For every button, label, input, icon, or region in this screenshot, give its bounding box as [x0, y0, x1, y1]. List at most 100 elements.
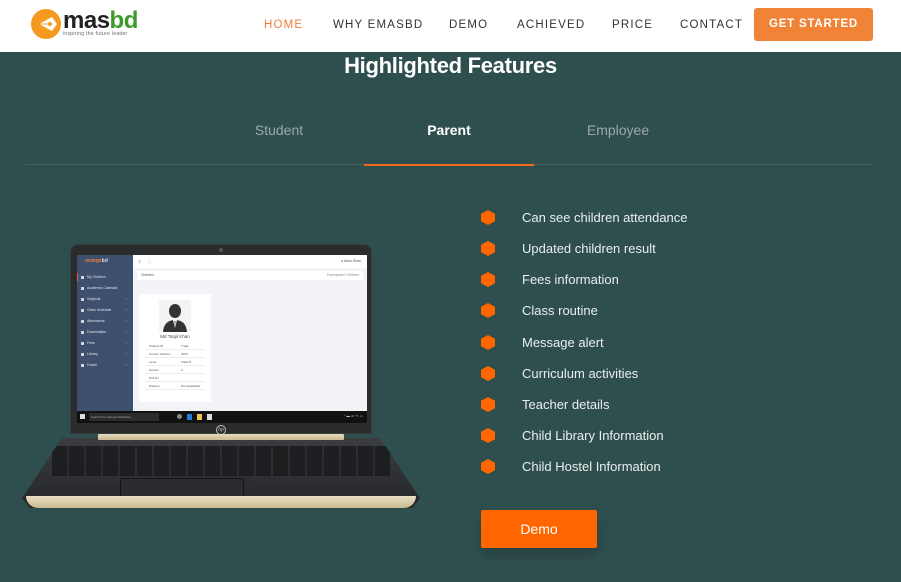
- tab-parent[interactable]: Parent: [364, 122, 534, 138]
- edge-browser-icon: [187, 414, 192, 420]
- hexagon-icon: [481, 335, 495, 350]
- chevron-right-icon: ›: [126, 297, 128, 301]
- sidebar-item-label: Class Schedule: [87, 308, 112, 312]
- file-explorer-icon: [197, 414, 202, 420]
- calendar-check-icon: [81, 319, 84, 323]
- nav-achieved[interactable]: ACHIEVED: [517, 19, 585, 31]
- card-row-key: Roll No: [149, 376, 159, 380]
- app-logo-part1: orange: [85, 258, 102, 264]
- card-row-value: Tnajil: [181, 344, 189, 348]
- card-row: Current Session 2020: [145, 350, 205, 358]
- sidebar-item-library: Library ›: [81, 352, 127, 356]
- feature-text: Class routine: [522, 303, 598, 318]
- feature-text: Curriculum activities: [522, 366, 639, 381]
- brand-name-part2: bd: [109, 7, 139, 34]
- card-row: Section A: [145, 366, 205, 374]
- hexagon-icon: [481, 241, 495, 256]
- feature-text: Message alert: [522, 335, 604, 350]
- feature-item: Message alert: [480, 334, 780, 354]
- sidebar-item-class-schedule: Class Schedule ›: [81, 308, 127, 312]
- clock-icon: [81, 308, 84, 312]
- section-title: Highlighted Features: [344, 53, 557, 78]
- chevron-right-icon: ›: [126, 319, 128, 323]
- money-icon: [81, 341, 84, 345]
- nav-price[interactable]: PRICE: [612, 19, 653, 31]
- sidebar-item-label: My Children: [87, 275, 106, 279]
- hexagon-icon: [481, 210, 495, 225]
- chevron-right-icon: ›: [126, 352, 128, 356]
- feature-item: Child Library Information: [480, 427, 780, 447]
- nav-home[interactable]: HOME: [264, 19, 303, 31]
- feature-text: Can see children attendance: [522, 210, 688, 225]
- demo-button[interactable]: Demo: [481, 510, 597, 548]
- feature-item: Can see children attendance: [480, 209, 780, 229]
- feature-text: Updated children result: [522, 241, 656, 256]
- windows-taskbar: Search the web and Windows ^ ▬ ◂ ▪ ✎ ▭: [77, 411, 367, 423]
- sidebar-item-label: Attendance: [87, 319, 105, 323]
- system-tray: ^ ▬ ◂ ▪ ✎ ▭: [343, 414, 363, 418]
- hexagon-icon: [481, 397, 495, 412]
- breadcrumb: Parentpanel / Children: [327, 273, 359, 277]
- hexagon-icon: [481, 272, 495, 287]
- webcam: [219, 248, 223, 252]
- feature-item: Child Hostel Information: [480, 458, 780, 478]
- card-row-key: Student ID: [149, 344, 164, 348]
- card-row-value: Not Applicable: [181, 384, 201, 388]
- task-view-icon: [177, 414, 182, 419]
- store-icon: [207, 414, 212, 420]
- laptop-hinge: [98, 434, 344, 440]
- user-name-text: Alam Khan: [343, 259, 361, 263]
- brand-logo[interactable]: masbd inspiring the future leader: [30, 7, 140, 43]
- card-row-key: Section: [149, 368, 160, 372]
- laptop-base-rim: [26, 496, 416, 508]
- card-row-value: Class 8: [181, 360, 192, 364]
- document-icon: [81, 330, 84, 334]
- laptop-lid: orangebd My Children Academic Calendar S…: [70, 244, 372, 435]
- card-row-value: 2020: [181, 352, 188, 356]
- person-avatar-icon: [159, 300, 191, 332]
- sidebar-item-academic-calendar: Academic Calendar: [81, 286, 118, 290]
- sidebar-item-examination: Examination ›: [81, 330, 127, 334]
- card-row: Level Class 8: [145, 358, 205, 366]
- chevron-right-icon: ›: [126, 363, 128, 367]
- get-started-button[interactable]: GET STARTED: [754, 8, 873, 41]
- chevron-right-icon: ›: [126, 308, 128, 312]
- app-logo-part2: bd: [101, 258, 108, 264]
- card-row-key: Division: [149, 384, 160, 388]
- feature-item: Curriculum activities: [480, 365, 780, 385]
- hexagon-icon: [481, 366, 495, 381]
- active-tab-indicator: [364, 164, 534, 166]
- sidebar-item-subjects: Subjects ›: [81, 297, 127, 301]
- feature-item: Fees information: [480, 271, 780, 291]
- feature-text: Child Hostel Information: [522, 459, 661, 474]
- card-row: Student ID Tnajil: [145, 342, 205, 350]
- nav-demo[interactable]: DEMO: [449, 19, 488, 31]
- children-icon: [81, 275, 84, 279]
- navbar: masbd inspiring the future leader HOME W…: [0, 0, 901, 52]
- calendar-icon: [81, 286, 84, 290]
- card-row: Division Not Applicable: [145, 382, 205, 390]
- nav-why-emasbd[interactable]: WHY EMASBD: [333, 19, 423, 31]
- hexagon-icon: [481, 303, 495, 318]
- card-row-key: Level: [149, 360, 157, 364]
- brand-name-part1: mas: [63, 7, 110, 34]
- app-breadcrumb-bar: Children Parentpanel / Children: [137, 271, 363, 280]
- feature-item: Teacher details: [480, 396, 780, 416]
- app-user-name: ● Alam Khan: [341, 259, 361, 263]
- windows-start-icon: [80, 414, 85, 419]
- building-icon: [81, 363, 84, 367]
- tab-student[interactable]: Student: [194, 122, 364, 138]
- card-row: Roll No: [145, 374, 205, 382]
- sidebar-item-attendance: Attendance ›: [81, 319, 127, 323]
- feature-text: Child Library Information: [522, 428, 664, 443]
- nav-contact[interactable]: CONTACT: [680, 19, 743, 31]
- card-row-key: Current Session: [149, 352, 171, 356]
- brand-tagline: inspiring the future leader: [63, 31, 128, 37]
- chevron-right-icon: ›: [126, 330, 128, 334]
- laptop-screen: orangebd My Children Academic Calendar S…: [77, 255, 367, 423]
- card-row-value: A: [181, 368, 184, 372]
- sidebar-item-fees: Fees ›: [81, 341, 127, 345]
- app-logo: orangebd: [85, 258, 108, 264]
- laptop-mockup: orangebd My Children Academic Calendar S…: [22, 244, 420, 512]
- tab-employee[interactable]: Employee: [533, 122, 703, 138]
